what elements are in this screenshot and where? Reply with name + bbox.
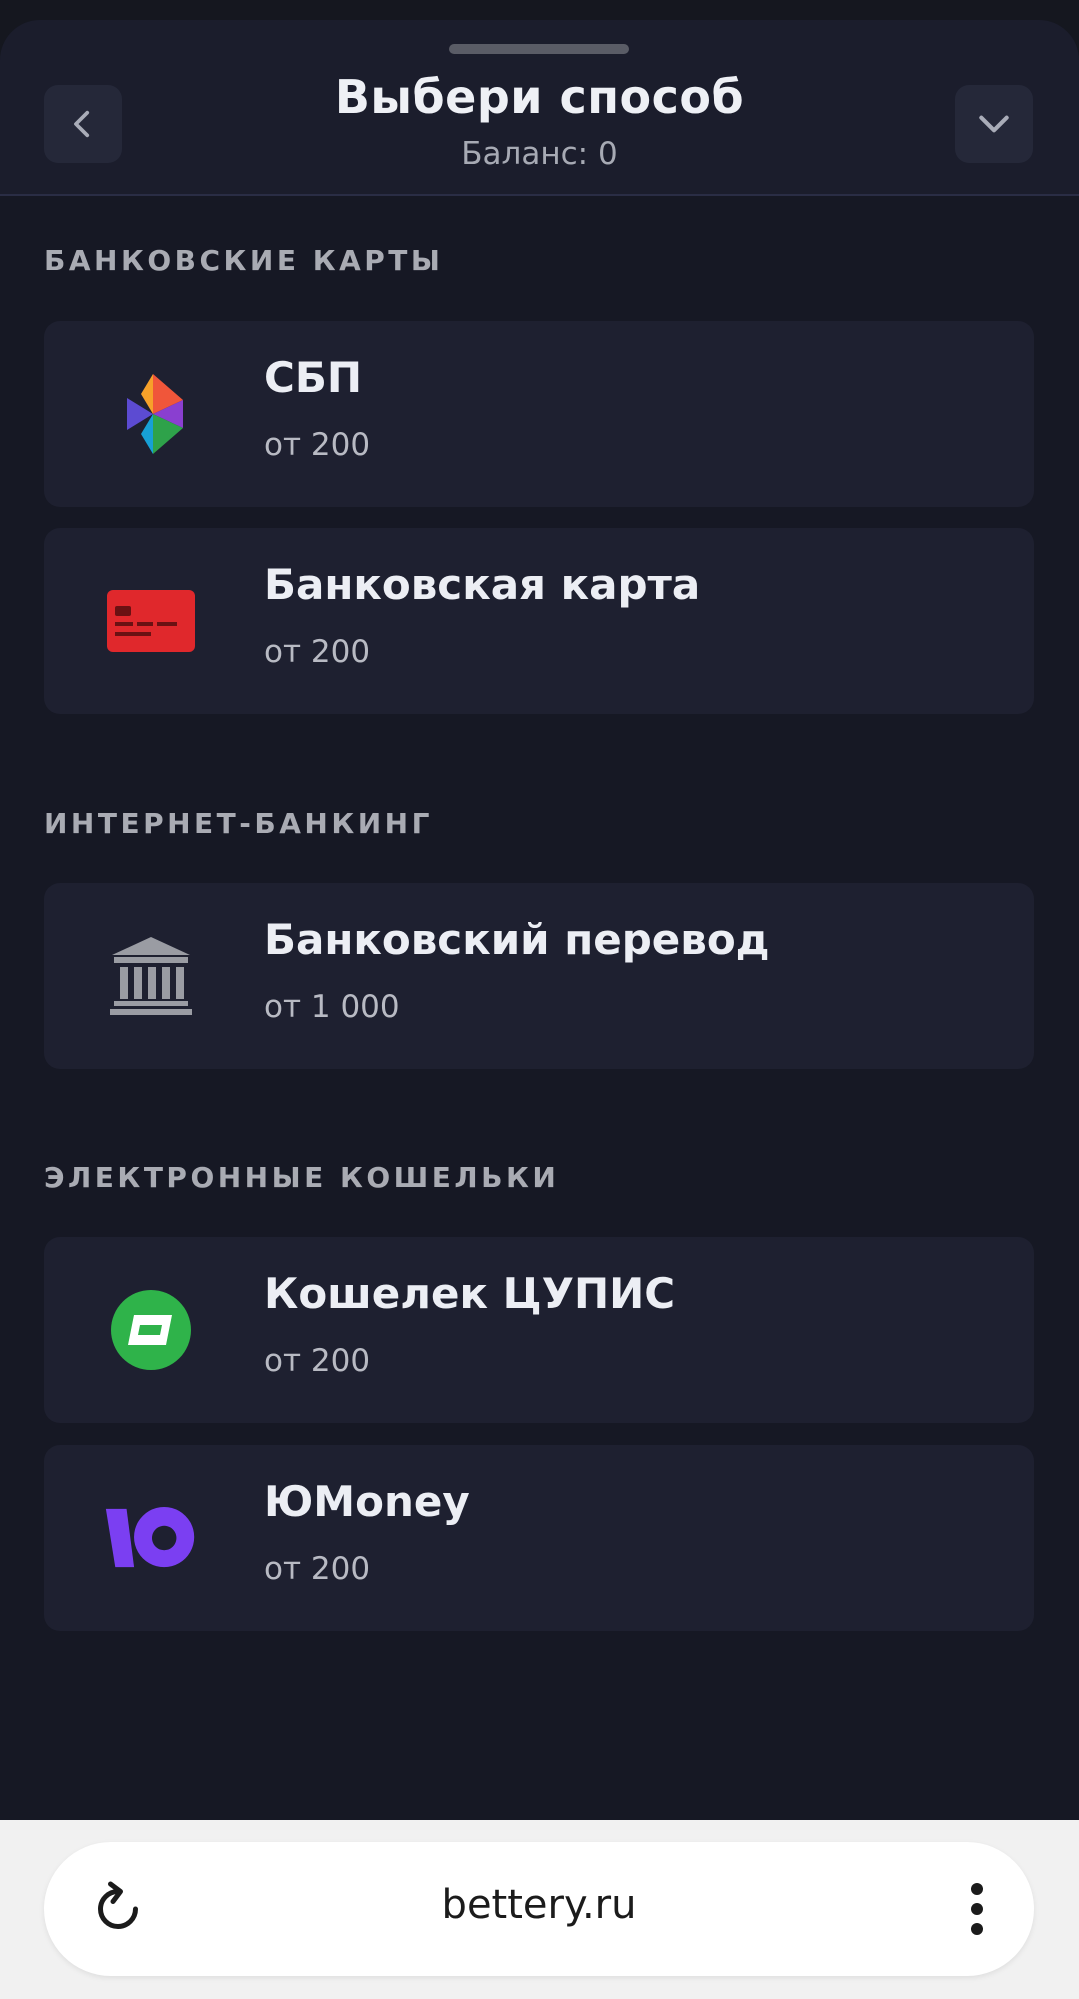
payment-option-name: Кошелек ЦУПИС — [264, 1269, 676, 1318]
payment-option-name: СБП — [264, 353, 362, 402]
payment-option-min: от 200 — [264, 1343, 371, 1379]
collapse-button[interactable] — [955, 85, 1033, 163]
balance-label: Баланс: 0 — [461, 136, 618, 172]
sheet-header: Выбери способ Баланс: 0 — [0, 20, 1079, 196]
bank-card-icon — [104, 574, 198, 668]
browser-menu-button[interactable] — [952, 1871, 1002, 1947]
payment-option-sbp[interactable]: СБП от 200 — [44, 321, 1034, 507]
page-title: Выбери способ — [334, 70, 745, 124]
bank-building-icon — [104, 929, 198, 1023]
sbp-logo-icon — [104, 367, 198, 461]
section-title-e-wallets: ЭЛЕКТРОННЫЕ КОШЕЛЬКИ — [44, 1161, 560, 1194]
payment-method-sheet: Выбери способ Баланс: 0 БАНКОВСКИЕ КАРТЫ… — [0, 20, 1079, 1820]
payment-option-yoomoney[interactable]: ЮMoney от 200 — [44, 1445, 1034, 1631]
section-title-bank-cards: БАНКОВСКИЕ КАРТЫ — [44, 244, 444, 277]
url-text: bettery.ru — [441, 1882, 637, 1928]
payment-option-bank-transfer[interactable]: Банковский перевод от 1 000 — [44, 883, 1034, 1069]
payment-option-name: Банковский перевод — [264, 915, 770, 964]
drag-handle[interactable] — [449, 44, 629, 54]
address-bar[interactable]: bettery.ru — [44, 1842, 1034, 1976]
payment-option-name: Банковская карта — [264, 560, 701, 609]
payment-option-min: от 200 — [264, 427, 371, 463]
section-title-internet-banking: ИНТЕРНЕТ-БАНКИНГ — [44, 807, 433, 840]
payment-option-min: от 200 — [264, 1551, 371, 1587]
browser-bottom-bar: bettery.ru — [0, 1820, 1079, 1999]
payment-option-cupis[interactable]: Кошелек ЦУПИС от 200 — [44, 1237, 1034, 1423]
payment-option-bank-card[interactable]: Банковская карта от 200 — [44, 528, 1034, 714]
payment-option-min: от 1 000 — [264, 989, 400, 1025]
yoomoney-logo-icon — [104, 1491, 198, 1585]
payment-option-name: ЮMoney — [264, 1477, 470, 1526]
more-vertical-icon — [971, 1883, 983, 1935]
payment-option-min: от 200 — [264, 634, 371, 670]
chevron-down-icon — [979, 115, 1009, 133]
cupis-wallet-icon — [104, 1283, 198, 1377]
